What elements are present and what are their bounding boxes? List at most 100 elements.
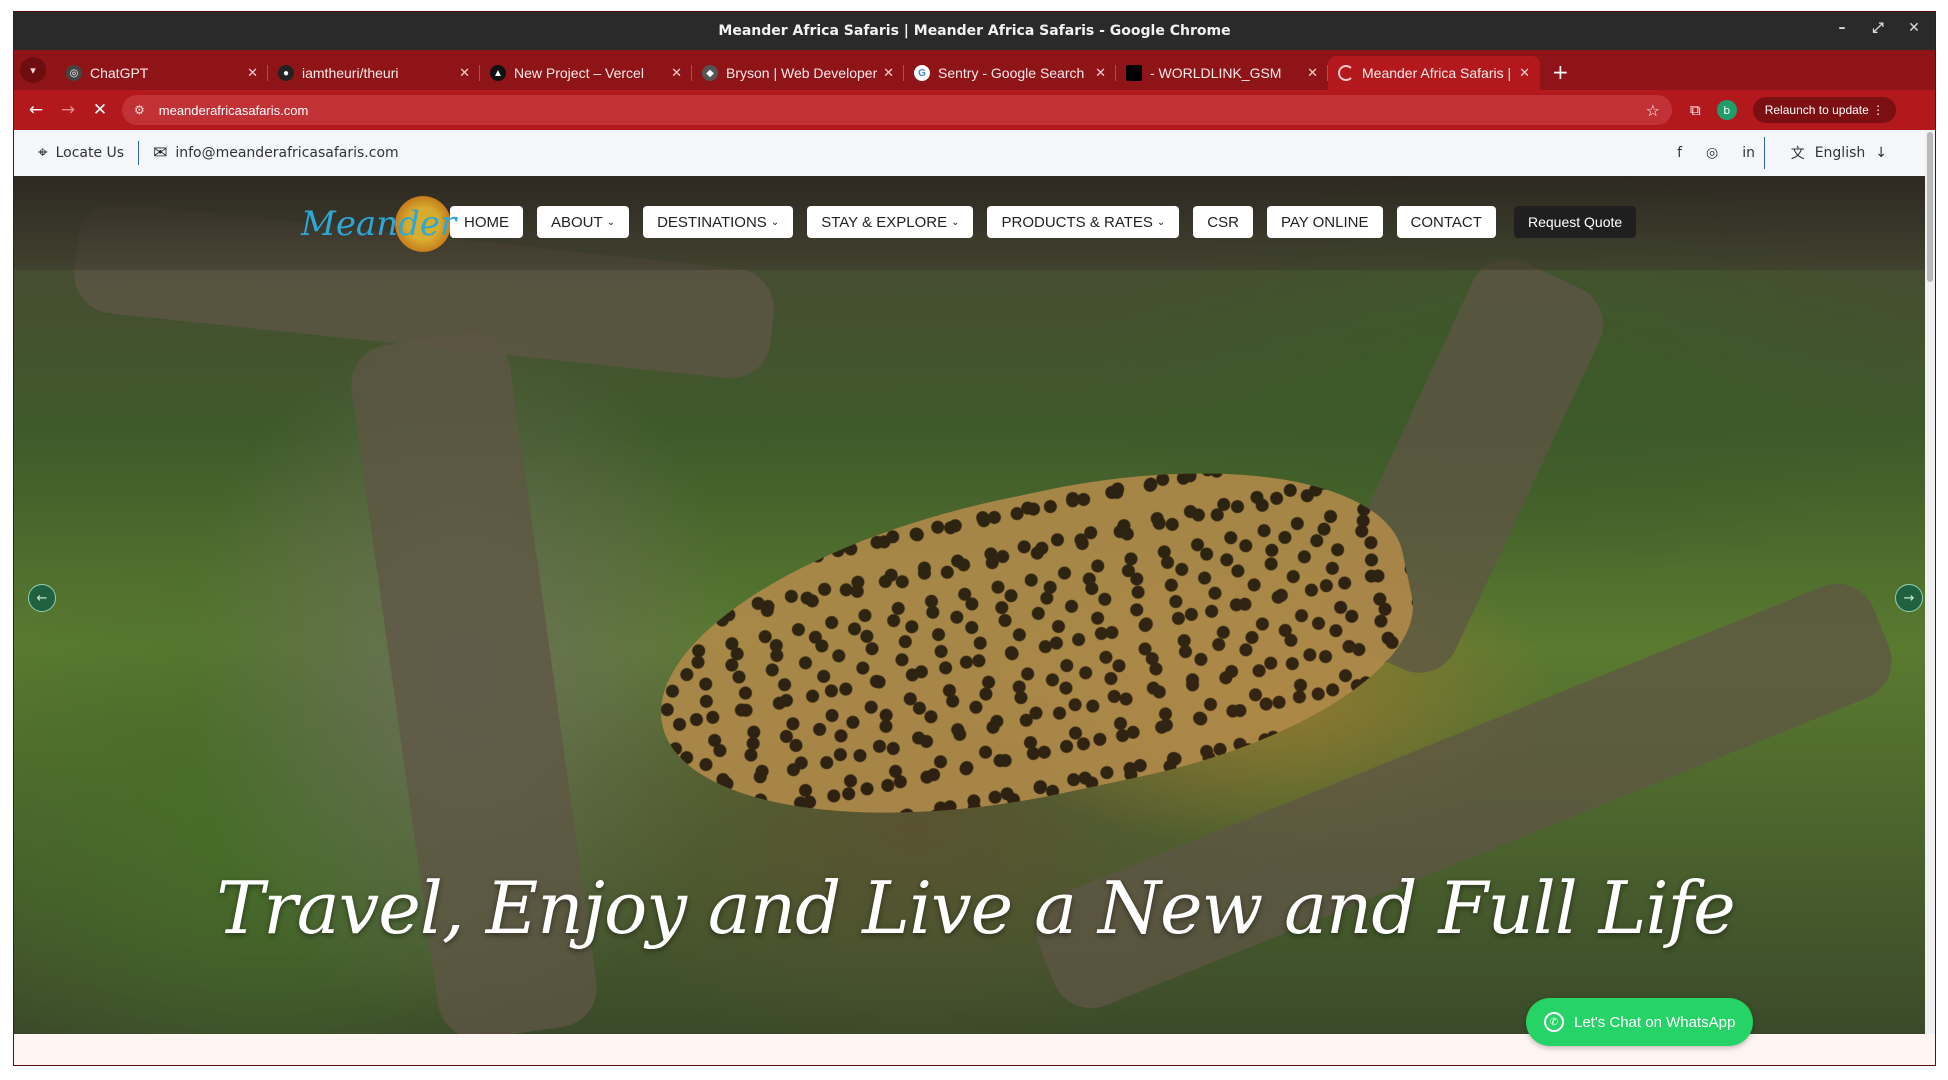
nav-contact[interactable]: CONTACT: [1396, 206, 1496, 238]
minimize-button[interactable]: –: [1835, 20, 1849, 36]
tab-strip: ▾ ◎ ChatGPT ✕ ● iamtheuri/theuri ✕ ▲ New…: [14, 50, 1935, 90]
location-pin-icon: ⌖: [38, 143, 48, 163]
url-text[interactable]: meanderafricasafaris.com: [159, 103, 1646, 118]
language-selector[interactable]: 文 English ↓: [1791, 143, 1887, 163]
google-icon: G: [914, 65, 930, 81]
nav-label: HOME: [464, 213, 509, 231]
chevron-down-icon: ⌄: [951, 216, 960, 228]
nav-label: PAY ONLINE: [1280, 213, 1369, 231]
tab-meander[interactable]: Meander Africa Safaris | M ✕: [1328, 56, 1540, 90]
tab-github[interactable]: ● iamtheuri/theuri ✕: [268, 56, 480, 90]
tab-label: - WORLDLINK_GSM: [1150, 65, 1282, 81]
vercel-icon: ▲: [490, 65, 506, 81]
address-bar[interactable]: ⚙ meanderafricasafaris.com ☆: [122, 95, 1672, 125]
back-icon[interactable]: ←: [20, 100, 52, 120]
chevron-down-icon: ↓: [1875, 145, 1887, 161]
bookmark-star-icon[interactable]: ☆: [1646, 101, 1660, 120]
forward-icon[interactable]: →: [52, 100, 84, 120]
locate-us-label: Locate Us: [55, 145, 125, 161]
tab-search-button[interactable]: ▾: [20, 57, 46, 83]
chevron-down-icon: ⌄: [606, 216, 616, 228]
nav-products-rates[interactable]: PRODUCTS & RATES ⌄: [987, 206, 1180, 238]
github-icon: ●: [278, 65, 294, 81]
tab-bryson[interactable]: ◆ Bryson | Web Developer ✕: [692, 56, 904, 90]
toolbar-right: ⧉ b Relaunch to update ⋮: [1690, 97, 1897, 123]
nav-label: DESTINATIONS: [657, 213, 767, 231]
tab-label: New Project – Vercel: [514, 65, 644, 81]
tab-close-icon[interactable]: ✕: [671, 65, 682, 81]
tab-close-icon[interactable]: ✕: [1519, 65, 1530, 81]
nav-label: CONTACT: [1410, 213, 1482, 231]
language-label: English: [1814, 145, 1866, 161]
tab-worldlink[interactable]: - WORLDLINK_GSM ✕: [1116, 56, 1328, 90]
whatsapp-chat-button[interactable]: ✆ Let's Chat on WhatsApp: [1526, 998, 1754, 1046]
tab-close-icon[interactable]: ✕: [1095, 65, 1106, 81]
main-nav: HOME ABOUT ⌄ DESTINATIONS ⌄ STAY & EXPLORE…: [450, 206, 1496, 238]
whatsapp-icon: ✆: [1544, 1012, 1564, 1032]
browser-window: Meander Africa Safaris | Meander Africa …: [13, 11, 1936, 1066]
email-link[interactable]: ✉ info@meanderafricasafaris.com: [153, 143, 399, 163]
translate-icon: 文: [1790, 146, 1805, 162]
mail-icon: ✉: [153, 143, 168, 163]
tab-label: iamtheuri/theuri: [302, 65, 399, 81]
tab-label: Bryson | Web Developer: [726, 65, 878, 81]
site-logo[interactable]: Meander: [301, 194, 456, 254]
tab-sentry[interactable]: G Sentry - Google Search ✕: [904, 56, 1116, 90]
tab-label: Sentry - Google Search: [938, 65, 1085, 81]
loading-icon: [1338, 65, 1354, 81]
social-links: f ◎ in: [1677, 145, 1755, 161]
instagram-icon[interactable]: ◎: [1706, 145, 1718, 161]
nav-home[interactable]: HOME: [450, 206, 523, 238]
divider: [138, 141, 140, 165]
browser-toolbar: ← → ✕ ⚙ meanderafricasafaris.com ☆ ⧉ b R…: [14, 90, 1935, 130]
extensions-icon[interactable]: ⧉: [1690, 101, 1701, 119]
tab-close-icon[interactable]: ✕: [883, 65, 894, 81]
nav-about[interactable]: ABOUT ⌄: [537, 206, 630, 238]
linkedin-icon[interactable]: in: [1742, 145, 1755, 161]
nav-label: ABOUT: [551, 213, 603, 231]
tab-chatgpt[interactable]: ◎ ChatGPT ✕: [56, 56, 268, 90]
slider-next-icon[interactable]: →: [1895, 584, 1923, 612]
email-label: info@meanderafricasafaris.com: [175, 145, 399, 161]
relaunch-button[interactable]: Relaunch to update ⋮: [1752, 97, 1897, 123]
chevron-down-icon: ⌄: [1156, 216, 1166, 228]
locate-us-link[interactable]: ⌖ Locate Us: [38, 143, 124, 163]
title-bar: Meander Africa Safaris | Meander Africa …: [14, 12, 1935, 50]
tab-close-icon[interactable]: ✕: [247, 65, 258, 81]
nav-label: STAY & EXPLORE: [821, 213, 948, 231]
nav-stay-explore[interactable]: STAY & EXPLORE ⌄: [807, 206, 974, 238]
nav-label: CSR: [1207, 213, 1239, 231]
site-info-icon[interactable]: ⚙: [134, 103, 145, 117]
close-button[interactable]: ✕: [1907, 20, 1921, 36]
chatgpt-icon: ◎: [66, 65, 82, 81]
chevron-down-icon: ⌄: [770, 216, 780, 228]
divider: [1764, 137, 1765, 169]
logo-text: Meander: [301, 204, 457, 244]
nav-csr[interactable]: CSR: [1193, 206, 1253, 238]
nav-pay-online[interactable]: PAY ONLINE: [1266, 206, 1383, 238]
profile-avatar[interactable]: b: [1716, 100, 1737, 120]
new-tab-button[interactable]: +: [1552, 60, 1569, 84]
hero-headline: Travel, Enjoy and Live a New and Full Li…: [216, 866, 1735, 950]
stop-loading-icon[interactable]: ✕: [84, 100, 116, 120]
tab-vercel[interactable]: ▲ New Project – Vercel ✕: [480, 56, 692, 90]
nav-destinations[interactable]: DESTINATIONS ⌄: [643, 206, 794, 238]
nav-label: PRODUCTS & RATES: [1001, 213, 1153, 231]
tab-label: Meander Africa Safaris | M: [1362, 65, 1514, 81]
tab-close-icon[interactable]: ✕: [1307, 65, 1318, 81]
window-controls: – ⤢ ✕: [1835, 20, 1921, 36]
site-icon: [1126, 65, 1142, 81]
relaunch-label: Relaunch to update: [1764, 103, 1869, 117]
facebook-icon[interactable]: f: [1677, 145, 1682, 161]
scrollbar-thumb[interactable]: [1927, 132, 1933, 282]
hero-slider: Meander HOME ABOUT ⌄ DESTINATIONS ⌄ STAY &…: [14, 176, 1935, 1034]
site-top-bar: ⌖ Locate Us ✉ info@meanderafricasafaris.…: [14, 130, 1935, 176]
whatsapp-label: Let's Chat on WhatsApp: [1574, 1013, 1736, 1031]
maximize-button[interactable]: ⤢: [1871, 20, 1885, 36]
tab-close-icon[interactable]: ✕: [459, 65, 470, 81]
request-quote-button[interactable]: Request Quote: [1514, 206, 1637, 238]
tab-label: ChatGPT: [90, 65, 149, 81]
slider-prev-icon[interactable]: ←: [28, 584, 56, 612]
window-title: Meander Africa Safaris | Meander Africa …: [718, 23, 1231, 39]
site-icon: ◆: [702, 65, 718, 81]
